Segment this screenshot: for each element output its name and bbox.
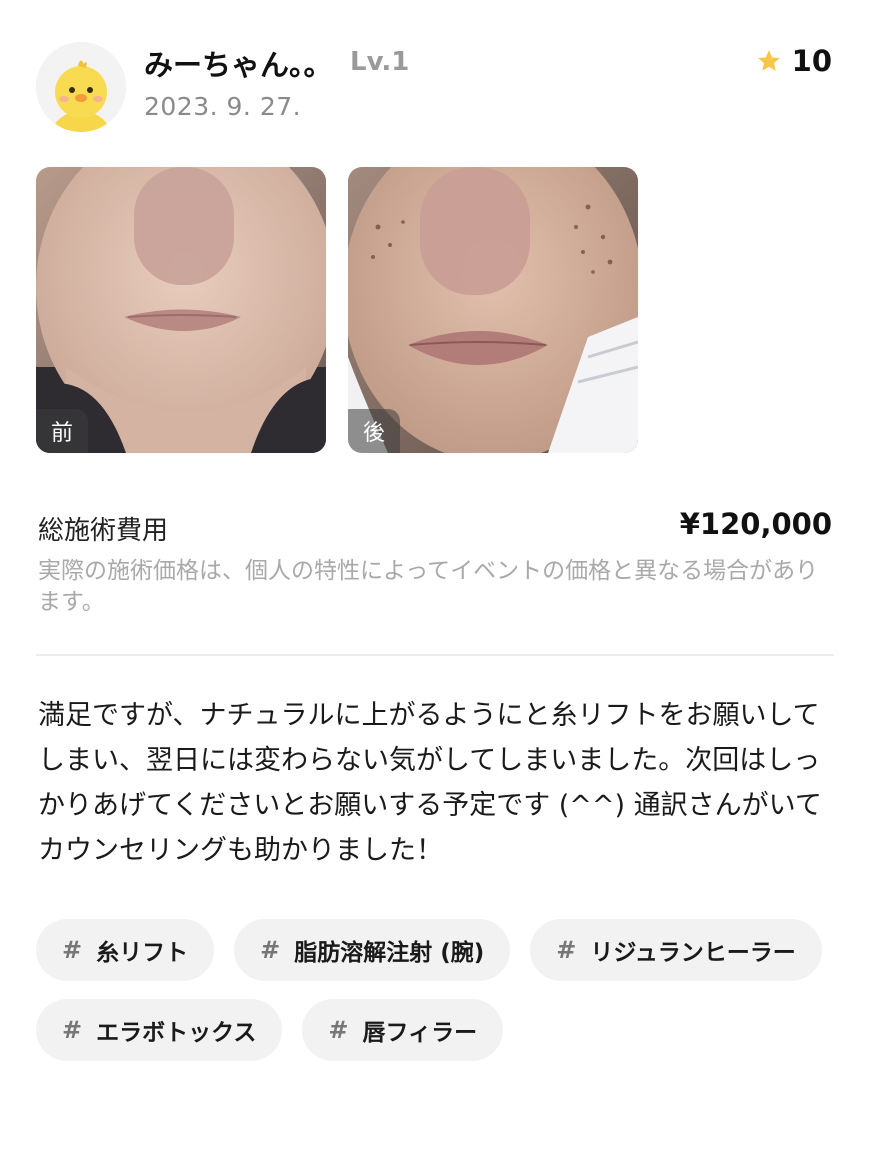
divider <box>36 654 834 656</box>
total-cost-label: 総施術費用 <box>38 516 169 546</box>
hash-icon: # <box>260 936 281 964</box>
tag-chip[interactable]: # リジュランヒーラー <box>530 919 822 981</box>
hash-icon: # <box>62 936 83 964</box>
username[interactable]: みーちゃん。。 <box>144 42 333 84</box>
avatar[interactable] <box>36 42 126 132</box>
hash-icon: # <box>62 1016 83 1044</box>
after-label: 後 <box>348 409 400 453</box>
after-photo[interactable]: 後 <box>348 167 638 453</box>
total-cost-value: ¥120,000 <box>679 507 832 541</box>
hash-icon: # <box>328 1016 349 1044</box>
tag-chip[interactable]: # 糸リフト <box>36 919 215 981</box>
treatment-tags: # 糸リフト # 脂肪溶解注射 (腕) # リジュランヒーラー # エラボトック… <box>36 919 836 1061</box>
tag-label: エラボトックス <box>96 1020 257 1046</box>
cost-disclaimer: 実際の施術価格は、個人の特性によってイベントの価格と異なる場合があります。 <box>38 558 819 615</box>
tag-label: リジュランヒーラー <box>590 940 796 966</box>
tag-label: 脂肪溶解注射 (腕) <box>294 940 485 966</box>
review-date: 2023. 9. 27. <box>144 92 302 121</box>
hash-icon: # <box>556 936 577 964</box>
tag-chip[interactable]: # 脂肪溶解注射 (腕) <box>234 919 511 981</box>
user-level-badge: Lv.1 <box>350 47 410 77</box>
tag-chip[interactable]: # 唇フィラー <box>302 999 504 1061</box>
rating-score: 10 <box>791 44 832 78</box>
star-icon <box>757 50 780 71</box>
tag-chip[interactable]: # エラボトックス <box>36 999 283 1061</box>
review-text: 満足ですが、ナチュラルに上がるようにと糸リフトをお願いしてしまい、翌日には変わら… <box>38 700 822 866</box>
review-card: みーちゃん。。 Lv.1 2023. 9. 27. 10 前 後 総施術費用 ¥… <box>0 0 870 1154</box>
tag-label: 唇フィラー <box>362 1020 478 1046</box>
before-photo[interactable]: 前 <box>36 167 326 453</box>
tag-label: 糸リフト <box>96 940 189 966</box>
chick-avatar-icon <box>36 42 126 132</box>
before-label: 前 <box>36 409 88 453</box>
rating: 10 <box>756 44 832 78</box>
